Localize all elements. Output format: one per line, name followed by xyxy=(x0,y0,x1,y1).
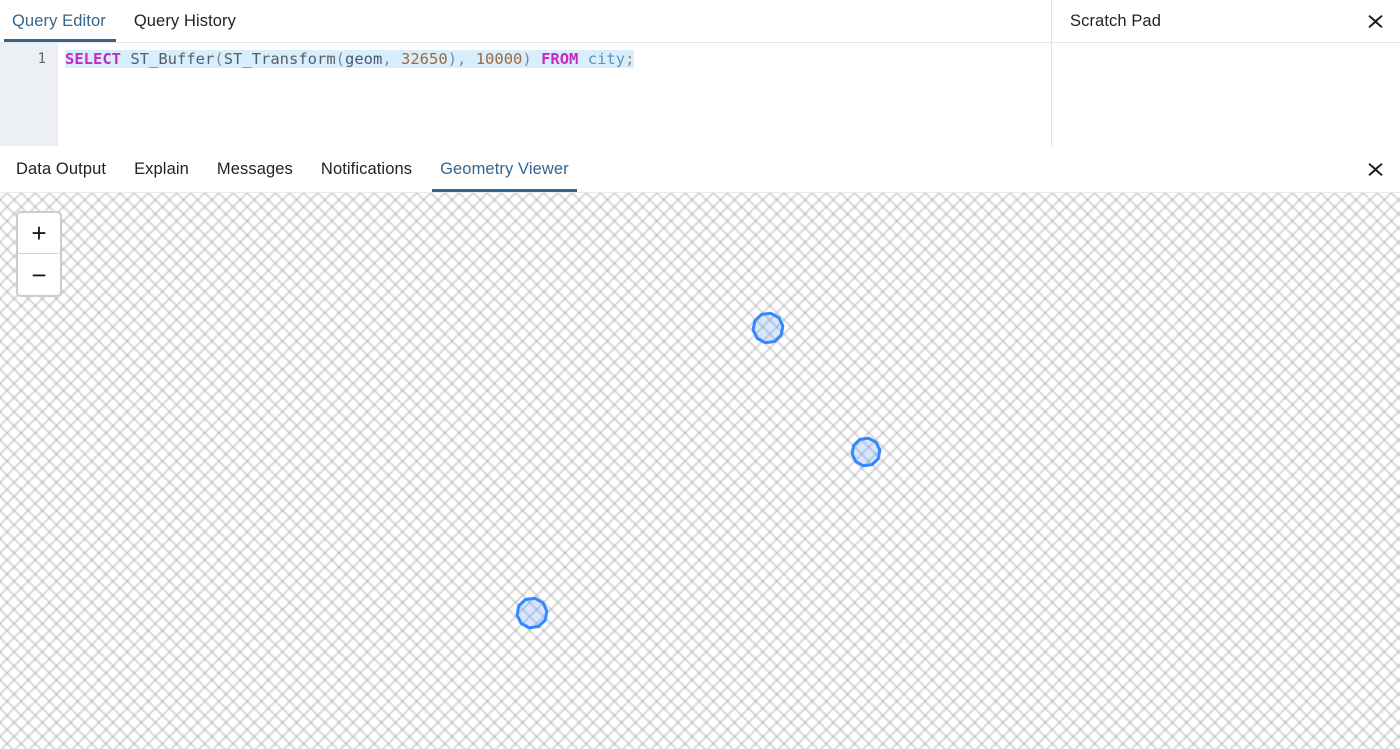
geometry-map-canvas[interactable]: + − xyxy=(0,193,1400,749)
sql-token-plain xyxy=(578,50,587,68)
sql-token-punctuation: , xyxy=(382,50,402,68)
editor-tab-strip: Query Editor Query History xyxy=(0,0,1051,43)
tab-messages[interactable]: Messages xyxy=(203,146,307,192)
sql-token-function: ST_Buffer xyxy=(130,50,215,68)
tab-query-history-label: Query History xyxy=(133,11,236,30)
tab-explain[interactable]: Explain xyxy=(120,146,203,192)
scratch-pad-title: Scratch Pad xyxy=(1070,11,1161,30)
sql-code-area[interactable]: 1 SELECT ST_Buffer(ST_Transform(geom, 32… xyxy=(0,43,1051,146)
tab-query-editor-label: Query Editor xyxy=(12,11,106,30)
line-number: 1 xyxy=(37,51,46,67)
scratch-pad-header: Scratch Pad xyxy=(1052,0,1400,43)
sql-token-function: ST_Transform xyxy=(223,50,336,68)
results-tab-strip: Data Output Explain Messages Notificatio… xyxy=(0,146,1400,193)
sql-token-keyword: SELECT xyxy=(65,50,121,68)
sql-token-punctuation: ) xyxy=(522,50,532,68)
sql-token-punctuation: ( xyxy=(335,50,346,68)
geometry-polygon[interactable] xyxy=(515,596,549,630)
map-zoom-controls: + − xyxy=(16,211,62,297)
tab-messages-label: Messages xyxy=(216,159,293,178)
sql-text-selected: SELECT ST_Buffer(ST_Transform(geom, 3265… xyxy=(65,50,635,68)
tab-data-output[interactable]: Data Output xyxy=(0,146,120,192)
query-editor-pane: Query Editor Query History 1 SELECT ST_B… xyxy=(0,0,1052,146)
sql-token-punctuation: ( xyxy=(214,50,224,68)
sql-code-content[interactable]: SELECT ST_Buffer(ST_Transform(geom, 3265… xyxy=(58,43,1051,146)
geometry-polygon[interactable] xyxy=(751,311,785,345)
scratch-pad-pane: Scratch Pad xyxy=(1052,0,1400,146)
sql-token-variable: city xyxy=(587,50,626,68)
scratch-pad-textarea[interactable] xyxy=(1052,43,1400,146)
tab-query-history[interactable]: Query History xyxy=(120,0,250,42)
zoom-in-button[interactable]: + xyxy=(18,213,60,254)
tab-explain-label: Explain xyxy=(134,159,189,178)
sql-token-identifier: geom xyxy=(345,50,383,68)
editor-section: Query Editor Query History 1 SELECT ST_B… xyxy=(0,0,1400,146)
sql-line-1: SELECT ST_Buffer(ST_Transform(geom, 3265… xyxy=(65,49,1051,70)
tab-notifications-label: Notifications xyxy=(320,159,413,178)
results-section: Data Output Explain Messages Notificatio… xyxy=(0,146,1400,749)
tab-data-output-label: Data Output xyxy=(16,159,107,178)
sql-token-plain xyxy=(532,50,541,68)
geometry-polygon[interactable] xyxy=(850,436,882,468)
zoom-out-button[interactable]: − xyxy=(18,254,60,295)
results-panel-close-icon[interactable] xyxy=(1362,156,1388,182)
geometry-layer xyxy=(515,311,882,630)
pgadmin-query-tool: Query Editor Query History 1 SELECT ST_B… xyxy=(0,0,1400,749)
sql-token-punctuation: , xyxy=(457,50,476,68)
tab-notifications[interactable]: Notifications xyxy=(307,146,426,192)
sql-token-plain xyxy=(121,50,130,68)
tab-query-editor[interactable]: Query Editor xyxy=(0,0,120,42)
tab-geometry-viewer-label: Geometry Viewer xyxy=(440,159,569,178)
sql-token-number: 32650 xyxy=(401,50,448,68)
sql-token-punctuation: ; xyxy=(625,50,635,68)
sql-token-number: 10000 xyxy=(475,50,523,68)
sql-token-punctuation: ) xyxy=(447,50,458,68)
scratch-pad-close-icon[interactable] xyxy=(1362,8,1388,34)
line-number-gutter: 1 xyxy=(0,43,58,146)
sql-token-keyword: FROM xyxy=(541,50,579,68)
tab-geometry-viewer[interactable]: Geometry Viewer xyxy=(426,146,583,192)
